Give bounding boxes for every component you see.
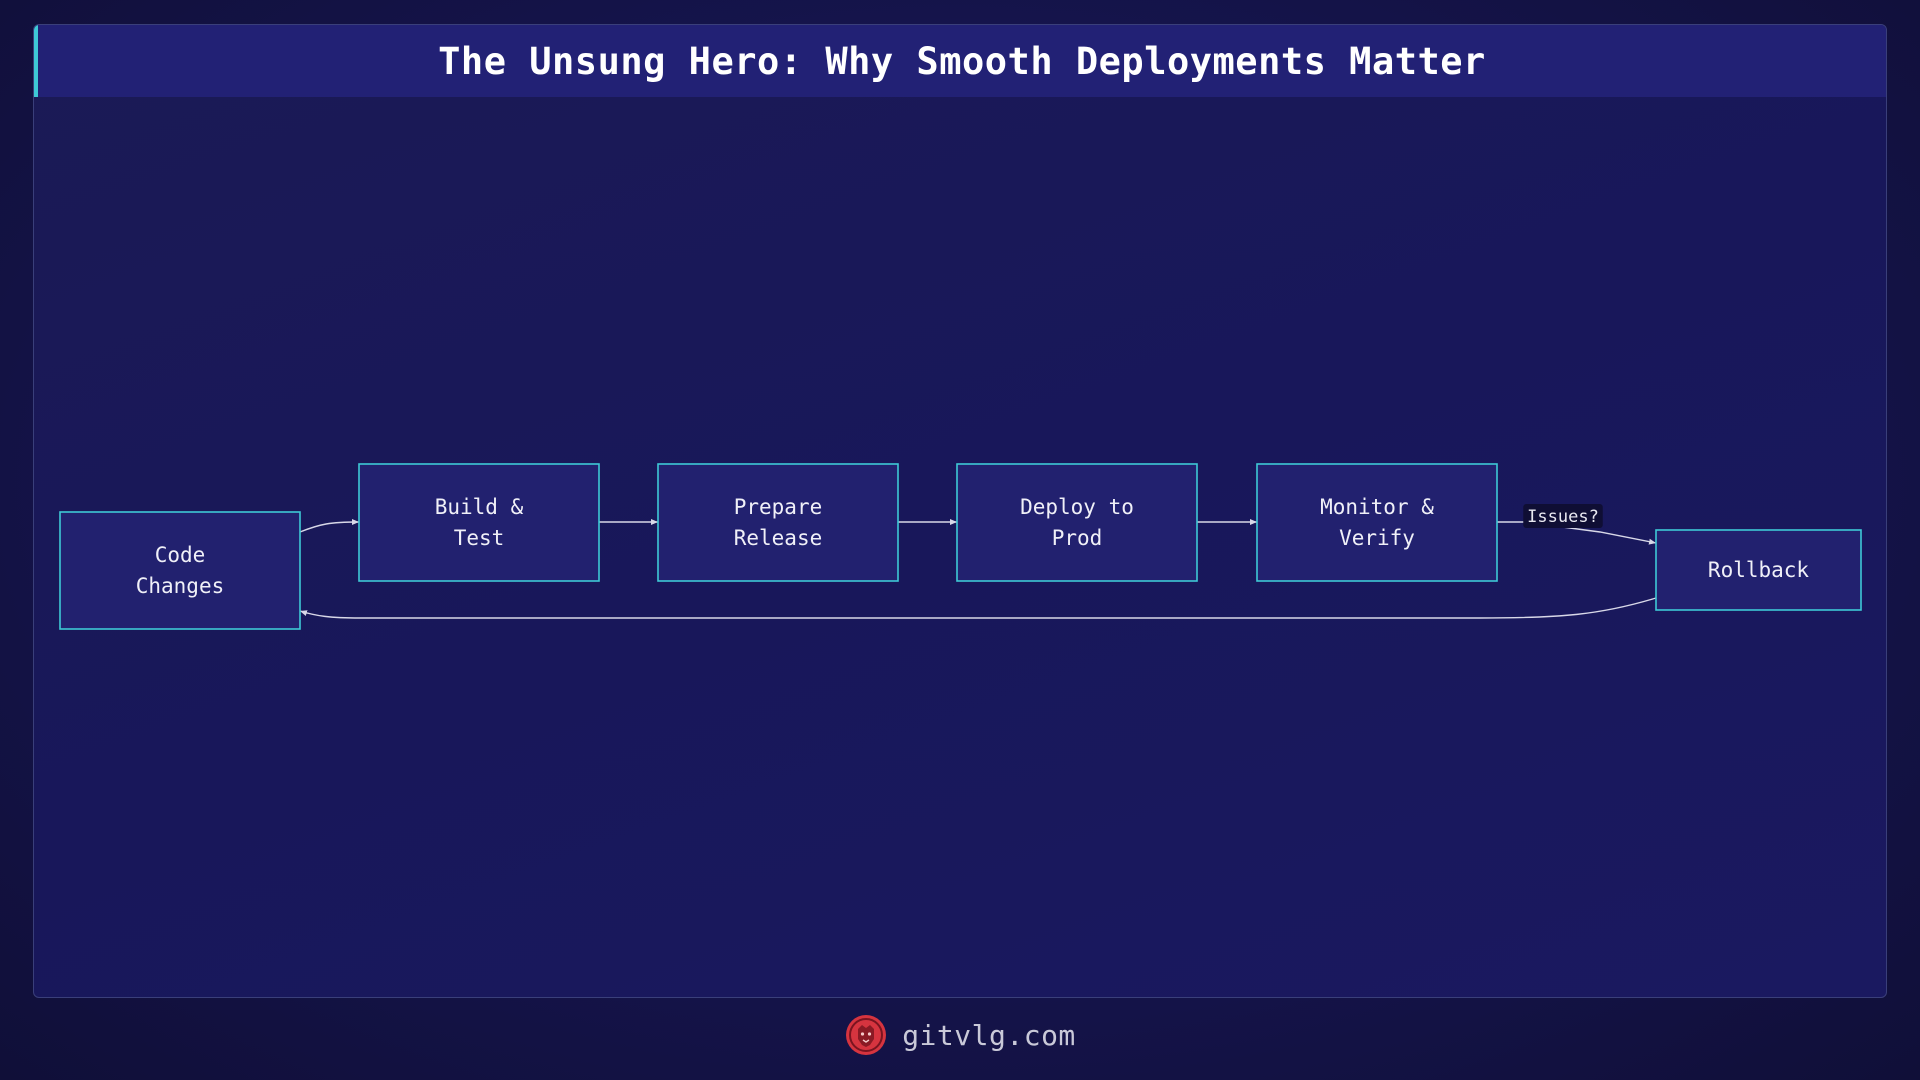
edge-rollback-code (299, 597, 1657, 619)
node-label: Deploy to (1020, 495, 1134, 519)
node-label: Prod (1052, 526, 1103, 550)
node-build: Build & Test (358, 463, 600, 582)
edge-label: Issues? (1527, 507, 1599, 527)
node-label: Rollback (1708, 558, 1810, 582)
node-label: Monitor & (1320, 495, 1434, 519)
node-label: Verify (1339, 526, 1415, 550)
node-monitor: Monitor & Verify (1256, 463, 1498, 582)
brand-link[interactable]: gitvlg.com (902, 1019, 1076, 1052)
lion-head-icon (846, 1015, 887, 1055)
node-label: Changes (136, 574, 225, 598)
node-label: Build & (435, 495, 524, 519)
node-box (59, 511, 301, 630)
node-deploy: Deploy to Prod (956, 463, 1198, 582)
node-rollback: Rollback (1655, 529, 1862, 611)
node-box (358, 463, 600, 582)
node-label: Code (155, 543, 206, 567)
edge-code-build (299, 519, 360, 533)
node-box (657, 463, 899, 582)
node-label: Release (734, 526, 823, 550)
node-prepare: Prepare Release (657, 463, 899, 582)
node-label: Test (454, 526, 505, 550)
node-box (956, 463, 1198, 582)
flow-diagram: Issues? Code Changes Build & Test Prepare Rel… (59, 463, 1862, 630)
footer: gitvlg.com (0, 1010, 1920, 1060)
node-box (1256, 463, 1498, 582)
node-code: Code Changes (59, 511, 301, 630)
node-label: Prepare (734, 495, 823, 519)
